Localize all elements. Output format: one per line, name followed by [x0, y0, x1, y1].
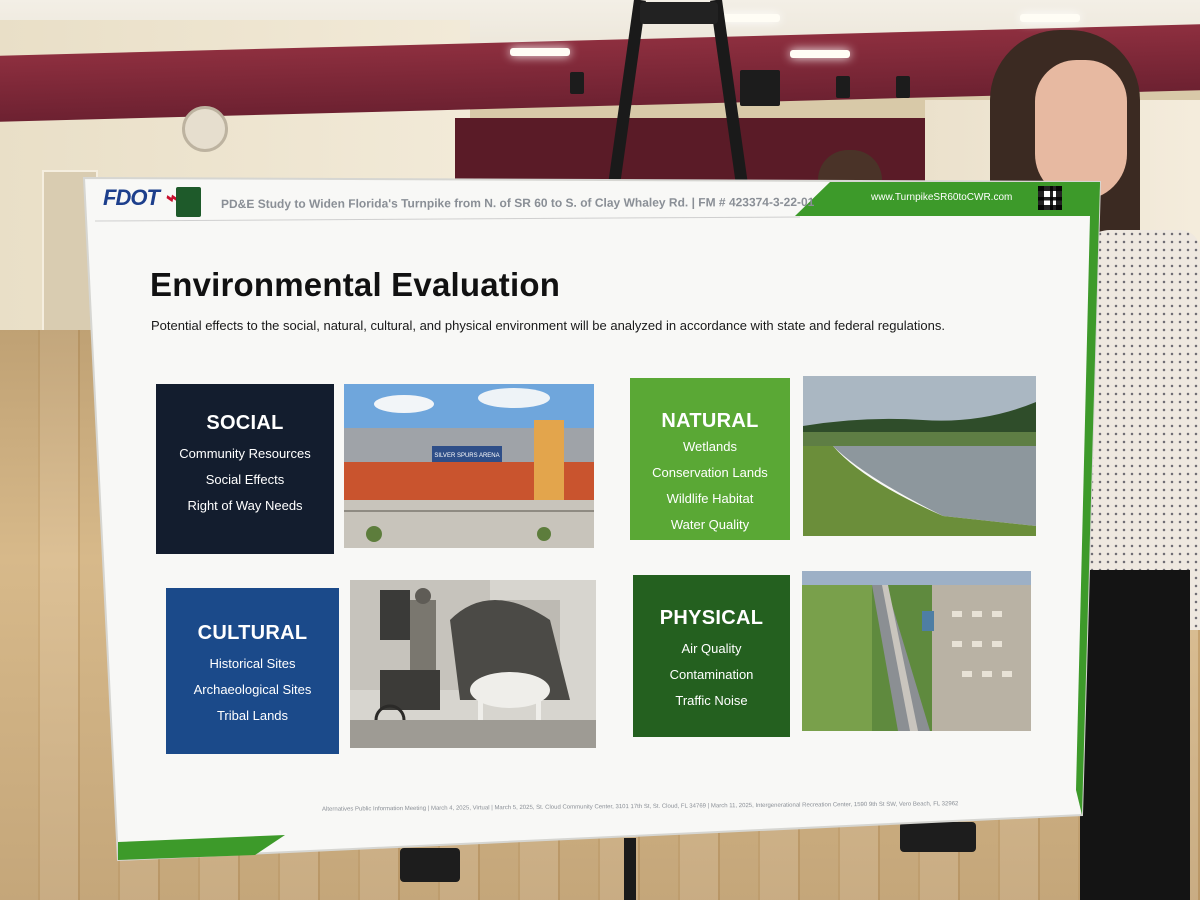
social-title: SOCIAL: [206, 412, 284, 434]
social-item: Social Effects: [205, 472, 285, 487]
page-title: Environmental Evaluation: [150, 266, 561, 303]
natural-item: Wildlife Habitat: [666, 491, 754, 506]
cultural-card: CULTURAL Historical Sites Archaeological…: [166, 588, 339, 754]
arena-photo: SILVER SPURS ARENA: [344, 384, 594, 548]
social-item: Community Resources: [179, 446, 311, 461]
cultural-item: Historical Sites: [209, 656, 296, 671]
fdot-logo: FDOT ⌁: [103, 185, 177, 210]
poster-board: FDOT ⌁ PD&E Study to Widen Florida's Tur…: [0, 0, 1200, 900]
project-url: www.TurnpikeSR60toCWR.com: [871, 192, 1013, 203]
cultural-item: Tribal Lands: [216, 708, 289, 723]
physical-item: Air Quality: [681, 641, 742, 656]
natural-item: Conservation Lands: [652, 465, 768, 480]
natural-title: NATURAL: [661, 410, 759, 432]
physical-item: Traffic Noise: [675, 693, 748, 708]
natural-item: Wetlands: [683, 439, 737, 454]
social-card: SOCIAL Community Resources Social Effect…: [156, 384, 334, 554]
highway-aerial-photo: [802, 571, 1031, 731]
wetland-photo: [803, 376, 1036, 536]
physical-item: Contamination: [669, 667, 754, 682]
cultural-title: CULTURAL: [197, 622, 308, 644]
cultural-item: Archaeological Sites: [193, 682, 312, 697]
qr-code-icon: [1038, 186, 1062, 210]
historic-photo: [350, 580, 596, 748]
social-item: Right of Way Needs: [187, 498, 303, 513]
study-title: PD&E Study to Widen Florida's Turnpike f…: [220, 194, 815, 212]
natural-item: Water Quality: [670, 517, 750, 532]
arena-sign: SILVER SPURS ARENA: [434, 453, 499, 459]
page-subtitle: Potential effects to the social, natural…: [151, 318, 945, 333]
natural-card: NATURAL Wetlands Conservation Lands Wild…: [630, 378, 790, 540]
physical-title: PHYSICAL: [659, 607, 764, 629]
physical-card: PHYSICAL Air Quality Contamination Traff…: [633, 575, 790, 737]
turnpike-logo: [176, 187, 201, 217]
